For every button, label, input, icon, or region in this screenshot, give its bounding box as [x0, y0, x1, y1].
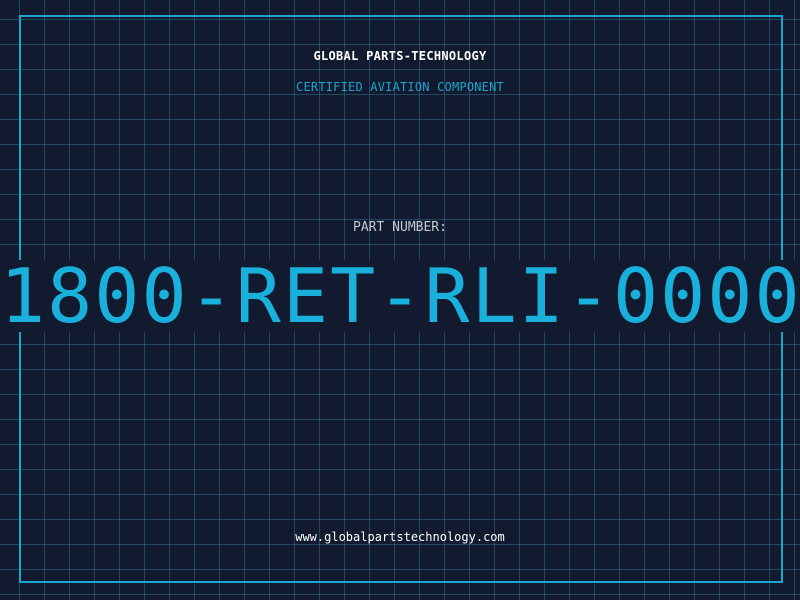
part-number-label: PART NUMBER:: [353, 220, 447, 235]
part-number-band: 1800-RET-RLI-000001: [0, 260, 800, 332]
part-number-value: 1800-RET-RLI-000001: [0, 260, 800, 332]
certification-subtitle: CERTIFIED AVIATION COMPONENT: [296, 80, 504, 94]
website-url: www.globalpartstechnology.com: [295, 530, 505, 544]
company-title: GLOBAL PARTS-TECHNOLOGY: [313, 49, 487, 63]
